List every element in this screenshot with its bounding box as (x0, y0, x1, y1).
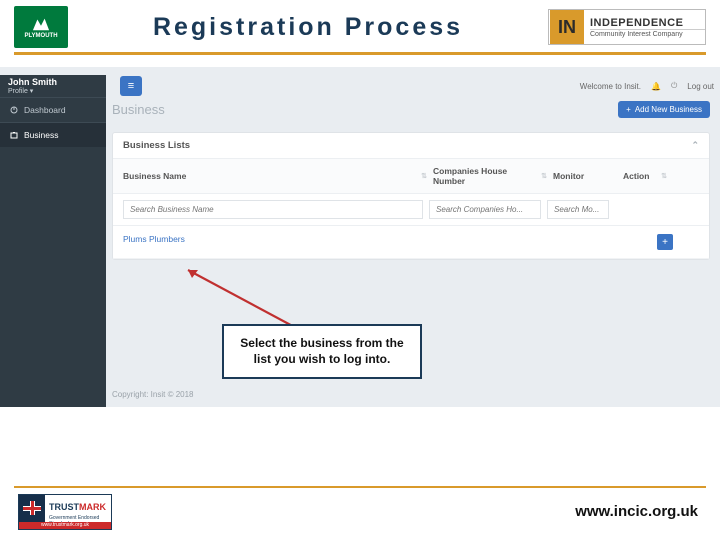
annotation-callout: Select the business from the list you wi… (222, 324, 422, 379)
in-mark: IN (550, 10, 584, 44)
menu-toggle-button[interactable]: ≡ (120, 76, 142, 96)
logout-link[interactable]: Log out (687, 82, 714, 91)
search-business-name-input[interactable] (123, 200, 423, 219)
search-monitor-input[interactable] (547, 200, 609, 219)
trustmark-logo: TRUSTMARK Government Endorsed Standards … (18, 494, 112, 530)
col-action[interactable]: Action (623, 171, 649, 181)
add-business-label: Add New Business (635, 105, 702, 114)
sort-icon[interactable]: ⇅ (421, 172, 427, 180)
breadcrumb: Business (112, 102, 165, 117)
plymouth-logo-label: PLYMOUTH (24, 33, 57, 39)
search-companies-house-input[interactable] (429, 200, 541, 219)
business-lists-panel: Business Lists ⌃ Business Name ⇅ Companie… (112, 132, 710, 260)
independence-logo: IN INDEPENDENCE Community Interest Compa… (548, 9, 706, 45)
sort-icon[interactable]: ⇅ (541, 172, 547, 180)
plymouth-logo: PLYMOUTH (14, 6, 68, 48)
monitor-cell (553, 234, 623, 250)
page-title: Registration Process (68, 13, 548, 42)
welcome-text: Welcome to Insit. (580, 82, 641, 91)
independence-line2: Community Interest Company (590, 29, 705, 38)
business-name-link[interactable]: Plums Plumbers (123, 234, 433, 250)
business-icon (10, 131, 18, 139)
collapse-icon[interactable]: ⌃ (691, 140, 699, 151)
sort-icon[interactable]: ⇅ (661, 172, 667, 180)
independence-line1: INDEPENDENCE (590, 17, 705, 29)
col-companies-house[interactable]: Companies House Number (433, 166, 541, 186)
companies-house-cell (433, 234, 553, 250)
plus-icon: + (626, 105, 631, 114)
power-icon[interactable]: ⏻ (671, 81, 677, 91)
row-action-button[interactable]: + (657, 234, 673, 250)
trustmark-word1: TRUST (49, 502, 79, 512)
col-monitor[interactable]: Monitor (553, 171, 584, 181)
copyright-text: Copyright: Insit © 2018 (112, 390, 194, 399)
dashboard-icon (10, 106, 18, 114)
bell-icon[interactable]: 🔔 (651, 82, 661, 91)
sidebar-item-business[interactable]: Business (0, 122, 106, 147)
hamburger-icon: ≡ (128, 80, 134, 92)
footer-rule (14, 486, 706, 488)
footer-site-url: www.incic.org.uk (575, 503, 698, 520)
sidebar: Dashboard Business (0, 97, 106, 407)
add-business-button[interactable]: + Add New Business (618, 101, 710, 118)
col-business-name[interactable]: Business Name (123, 171, 186, 181)
sidebar-item-dashboard[interactable]: Dashboard (0, 97, 106, 122)
table-header: Business Name⇅ Companies House Number⇅ M… (113, 159, 709, 194)
table-search-row (113, 194, 709, 226)
sidebar-item-label: Business (24, 130, 59, 140)
table-row: Plums Plumbers + (113, 226, 709, 259)
panel-title: Business Lists (123, 140, 190, 151)
header-rule (14, 52, 706, 55)
sidebar-item-label: Dashboard (24, 105, 66, 115)
user-name: John Smith (8, 77, 98, 87)
profile-dropdown[interactable]: Profile ▾ (8, 87, 98, 95)
sidebar-user-block[interactable]: John Smith Profile ▾ (0, 75, 106, 97)
trustmark-url: www.trustmark.org.uk (19, 522, 111, 529)
plus-icon: + (662, 237, 668, 248)
trustmark-word2: MARK (79, 502, 106, 512)
